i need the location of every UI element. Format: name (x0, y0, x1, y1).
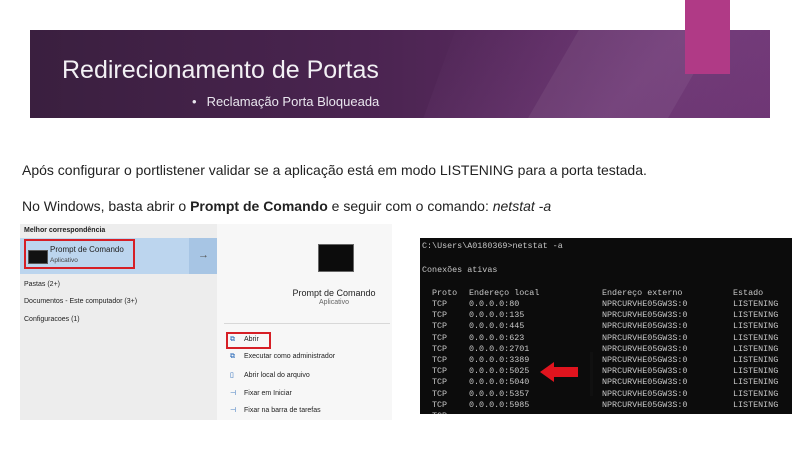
section-configuracoes[interactable]: Configuracoes (1) (24, 316, 80, 323)
action-label: Executar como administrador (244, 353, 336, 360)
divider (224, 323, 390, 324)
table-row: TCP 0.0.0.0:5985 NPRCURVHE05GW3S:0 LISTENIN… (420, 400, 792, 411)
table-cell: LISTENING (733, 399, 779, 410)
table-cell: LISTENING (733, 321, 779, 332)
action-open-file-location[interactable]: ▯ Abrir local do arquivo (230, 371, 310, 379)
para2-mid: e seguir com o comando: (327, 198, 493, 214)
para2-bold: Prompt de Comando (190, 198, 328, 214)
action-label: Abrir local do arquivo (244, 372, 310, 379)
expand-button[interactable]: → (189, 238, 217, 274)
subtitle-text: Reclamação Porta Bloqueada (206, 94, 380, 109)
table-row: TCP 0.0.0.0:135 NPRCURVHE05GW3S:0 LISTENING (420, 310, 792, 321)
table-cell: LISTENING (733, 355, 779, 365)
column-header: Estado (733, 288, 764, 298)
table-row: TCP 0.0.0.0:5025 NPRCURVHE05GW3S:0 LISTENIN… (420, 366, 792, 377)
table-cell: TCP (432, 321, 448, 332)
console-heading: Conexões ativas (422, 265, 498, 275)
table-cell: LISTENING (733, 366, 779, 377)
table-cell: NPRCURVHE05GW3S:0 (602, 399, 688, 410)
table-row: TCP 0.0.0.0:2701 NPRCURVHE05GW3S:0 LISTENIN… (420, 344, 792, 355)
table-cell: NPRCURVHE05GW3S:0 (602, 321, 688, 332)
table-cell: TCP (432, 332, 448, 343)
table-cell: LISTENING (733, 388, 779, 399)
column-header: Endereço externo (602, 288, 683, 298)
accent-tab (685, 0, 730, 74)
highlight-box (24, 239, 135, 269)
table-cell: 0.0.0.0:445 (469, 321, 525, 332)
table-cell: TCP (432, 411, 447, 414)
paragraph-2: No Windows, basta abrir o Prompt de Coma… (22, 198, 551, 214)
table-row: TCP 0.0.0.0:5040 NPRCURVHE05GW3S:0 LISTENIN… (420, 377, 792, 388)
table-cell: 0.0.0.0:80 (469, 299, 520, 309)
table-cell: 0.0.0.0:2701 (469, 343, 530, 354)
pin-icon: ⊣ (230, 390, 237, 397)
table-cell: 0.0.0.0:5357 (469, 388, 530, 399)
table-cell: TCP (432, 388, 448, 399)
console-prompt: C:\Users\A0180369>netstat -a (422, 241, 563, 251)
command-prompt-output: C:\Users\A0180369>netstat -a Conexões at… (420, 238, 792, 414)
action-run-as-admin[interactable]: ⧉ Executar como administrador (230, 353, 335, 361)
table-cell: 0.0.0.0:5040 (469, 377, 530, 388)
table-row: TCP (420, 411, 792, 414)
action-label: Fixar em Iniciar (244, 390, 292, 397)
table-cell: NPRCURVHE05GW3S:0 (602, 377, 688, 388)
table-cell: 0.0.0.0:5025 (469, 366, 530, 377)
table-row: TCP 0.0.0.0:623 NPRCURVHE05GW3S:0 LISTENING (420, 333, 792, 344)
red-arrow-icon (540, 362, 578, 382)
highlight-box (226, 332, 271, 349)
folder-icon: ▯ (230, 372, 234, 379)
arrow-right-icon: → (198, 249, 209, 261)
section-pastas[interactable]: Pastas (2+) (24, 281, 60, 288)
table-cell: TCP (432, 343, 448, 354)
highlight-bar (590, 352, 593, 396)
action-pin-start[interactable]: ⊣ Fixar em Iniciar (230, 389, 292, 397)
table-row: TCP 0.0.0.0:5357 NPRCURVHE05GW3S:0 LISTENIN… (420, 389, 792, 400)
admin-icon: ⧉ (230, 353, 235, 360)
slide-subtitle: • Reclamação Porta Bloqueada (192, 94, 379, 109)
table-cell: 0.0.0.0:5985 (469, 399, 530, 410)
para2-prefix: No Windows, basta abrir o (22, 198, 191, 214)
detail-type: Aplicativo (319, 299, 349, 306)
table-row: TCP 0.0.0.0:80 NPRCURVHE05GW3S:0 LISTENING (420, 299, 792, 310)
table-cell: LISTENING (733, 377, 779, 388)
table-cell: TCP (432, 310, 448, 321)
para2-command: netstat -a (492, 198, 552, 214)
table-row: TCP 0.0.0.0:445 NPRCURVHE05GW3S:0 LISTENING (420, 321, 792, 332)
table-cell: LISTENING (733, 332, 779, 343)
table-cell: NPRCURVHE05GW3S:0 (602, 343, 688, 354)
bullet: • (192, 94, 197, 109)
column-header: Endereço local (469, 288, 540, 298)
cmd-large-icon (318, 244, 354, 272)
table-cell: 0.0.0.0:623 (469, 332, 525, 343)
table-cell: NPRCURVHE05GW3S:0 (602, 332, 688, 343)
table-cell: 0.0.0.0:3389 (469, 355, 530, 365)
table-cell: 0.0.0.0:135 (469, 310, 525, 321)
best-match-header: Melhor correspondência (24, 227, 106, 234)
table-cell: LISTENING (733, 299, 779, 309)
column-header: Proto (432, 288, 458, 298)
results-pane: Melhor correspondência → Prompt de Coman… (20, 224, 217, 420)
table-cell: TCP (432, 355, 448, 365)
table-cell: NPRCURVHE05GW3S:0 (602, 310, 688, 321)
table-cell: TCP (432, 399, 448, 410)
table-row: TCP 0.0.0.0:3389 NPRCURVHE05GW3S:0 LISTENIN… (420, 355, 792, 366)
table-cell: LISTENING (733, 343, 779, 354)
detail-name: Prompt de Comando (292, 288, 376, 298)
action-pin-taskbar[interactable]: ⊣ Fixar na barra de tarefas (230, 406, 321, 414)
table-cell: TCP (432, 377, 448, 388)
table-cell: NPRCURVHE05GW3S:0 (602, 366, 688, 377)
paragraph-1: Após configurar o portlistener validar s… (22, 162, 647, 178)
table-cell: TCP (432, 366, 448, 377)
pin-taskbar-icon: ⊣ (230, 407, 237, 414)
action-label: Fixar na barra de tarefas (244, 407, 321, 414)
table-cell: LISTENING (733, 310, 779, 321)
table-cell: NPRCURVHE05GW3S:0 (602, 388, 688, 399)
section-documentos[interactable]: Documentos - Este computador (3+) (24, 298, 137, 305)
table-cell: NPRCURVHE05GW3S:0 (602, 355, 688, 365)
table-cell: NPRCURVHE05GW3S:0 (602, 299, 688, 309)
table-cell: TCP (432, 299, 448, 309)
slide-title: Redirecionamento de Portas (62, 56, 379, 84)
console-columns: Proto Endereço local Endereço externo Es… (420, 288, 792, 299)
